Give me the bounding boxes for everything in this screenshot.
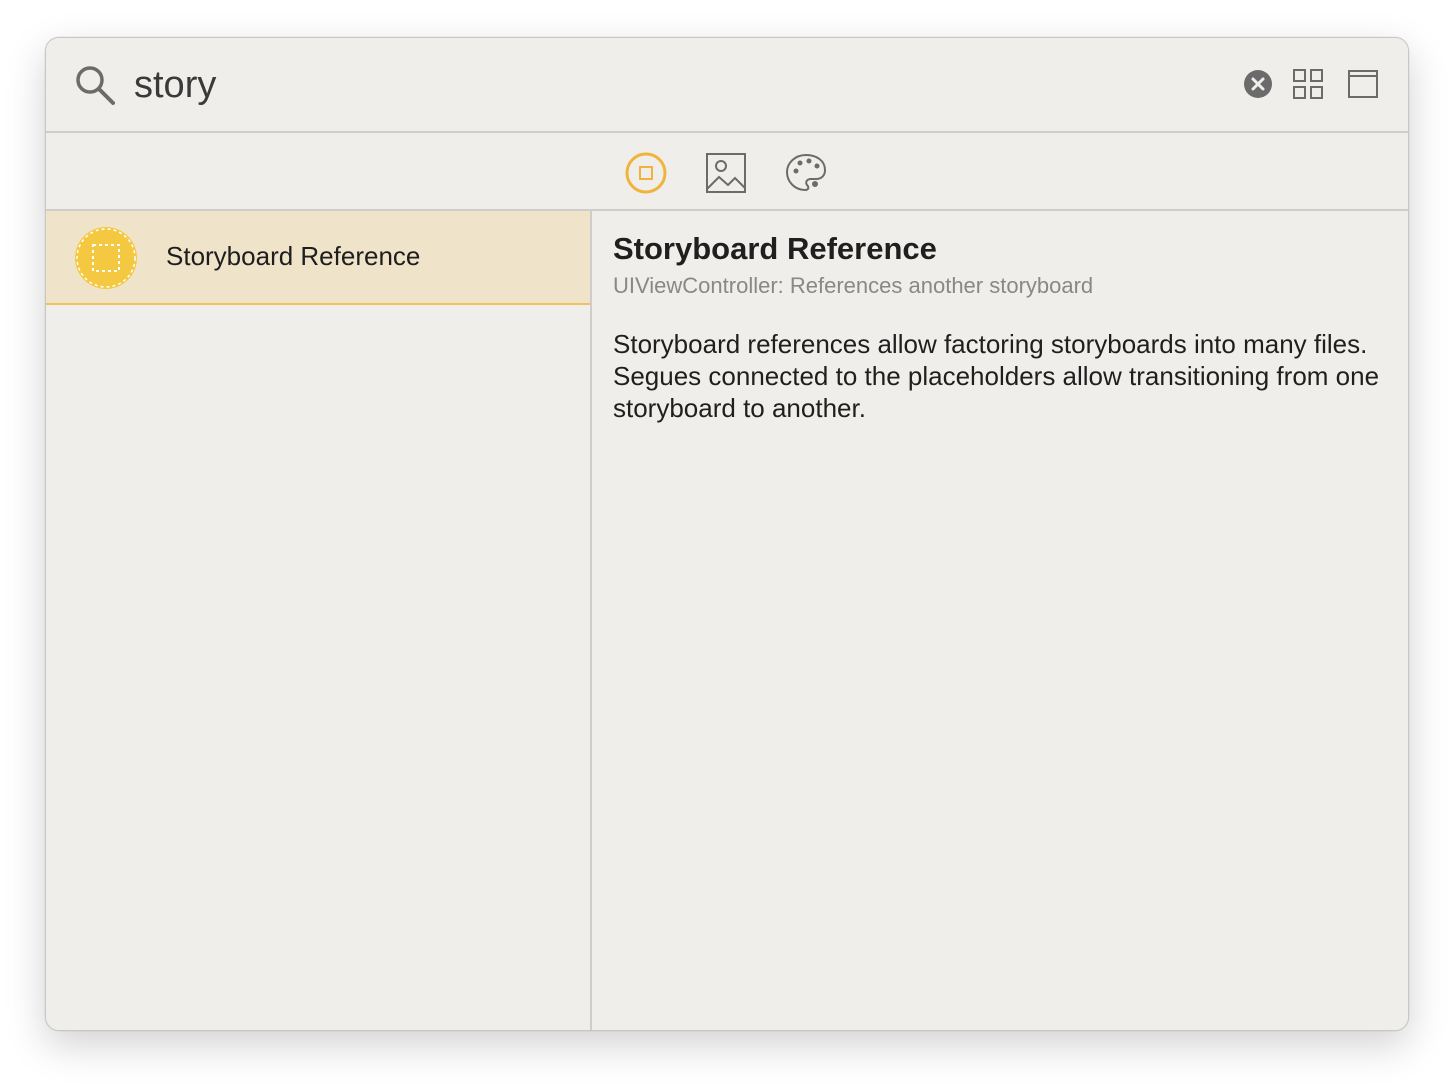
storyboard-reference-icon (75, 227, 137, 289)
detail-subtitle: UIViewController: References another sto… (613, 273, 1094, 298)
image-library-icon[interactable] (704, 151, 748, 195)
object-library-icon[interactable] (624, 151, 668, 195)
search-bar (46, 38, 1408, 133)
detail-panel-icon[interactable] (1347, 68, 1379, 100)
detail-title: Storyboard Reference (613, 231, 937, 266)
palette-icon[interactable] (784, 151, 828, 195)
search-icon (76, 66, 115, 105)
library-window: Storyboard Reference Storyboard Referenc… (45, 37, 1409, 1031)
list-item-label: Storyboard Reference (166, 241, 421, 271)
detail-description: Storyboard references allow factoring st… (613, 329, 1380, 423)
list-item[interactable]: Storyboard Reference (46, 211, 590, 305)
results-list: Storyboard Reference (46, 211, 592, 1030)
grid-view-icon[interactable] (1292, 68, 1324, 100)
detail-pane: Storyboard Reference UIViewController: R… (592, 211, 1408, 1030)
clear-icon[interactable] (1243, 69, 1273, 99)
search-input[interactable] (134, 56, 1134, 114)
library-filter-bar (46, 133, 1408, 211)
